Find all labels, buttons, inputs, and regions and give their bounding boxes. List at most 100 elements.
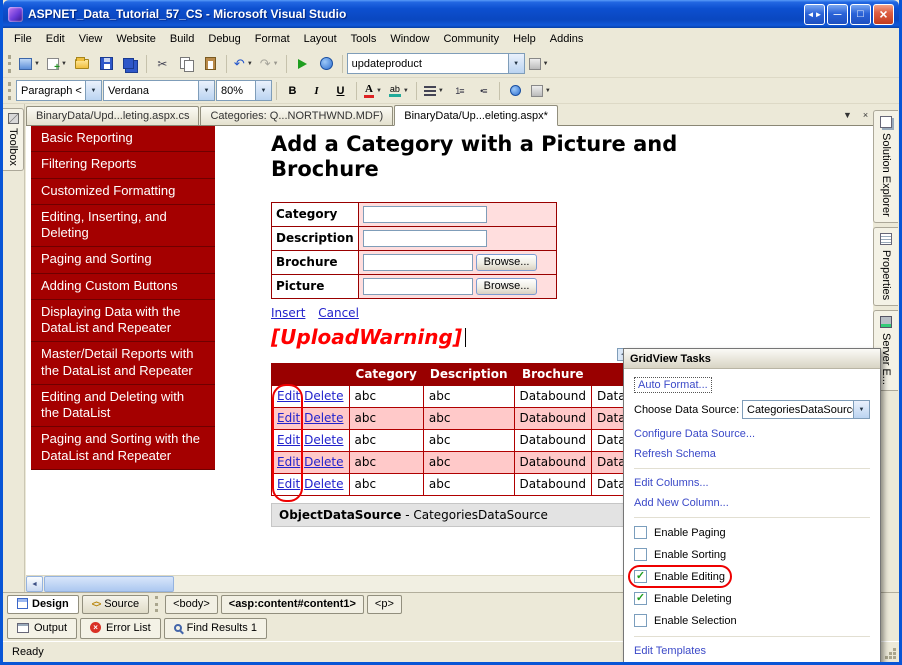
undo-button[interactable]: ↶ ▼ <box>231 53 256 75</box>
menu-community[interactable]: Community <box>436 29 506 49</box>
resize-grip[interactable] <box>893 656 896 659</box>
brochure-input[interactable] <box>362 253 473 271</box>
edit-link[interactable]: Edit <box>277 411 300 425</box>
window-dock-arrows-button[interactable]: ◄► <box>804 3 825 25</box>
cut-button[interactable]: ✂ <box>151 53 174 75</box>
minimize-button[interactable]: — <box>827 3 848 25</box>
delete-link[interactable]: Delete <box>304 433 343 447</box>
enable-sorting-checkbox-row[interactable]: Enable Sorting <box>634 544 870 566</box>
error-list-panel-tab[interactable]: × Error List <box>80 617 161 639</box>
font-size-combo[interactable]: 80% ▼ <box>216 80 272 101</box>
toolbar-grip[interactable] <box>8 54 12 73</box>
edit-link[interactable]: Edit <box>277 455 300 469</box>
font-color-button[interactable]: A ▼ <box>361 80 385 102</box>
edit-columns-link[interactable]: Edit Columns... <box>634 473 870 493</box>
checkbox-icon[interactable] <box>634 614 647 627</box>
delete-link[interactable]: Delete <box>304 455 343 469</box>
tab-binarydata-cs[interactable]: BinaryData/Upd...leting.aspx.cs <box>26 106 200 125</box>
nav-item-editing-inserting-deleting[interactable]: Editing, Inserting, and Deleting <box>31 204 215 248</box>
hyperlink-button[interactable] <box>504 80 527 102</box>
menu-edit[interactable]: Edit <box>39 29 72 49</box>
tag-p[interactable]: <p> <box>366 594 402 614</box>
insert-link[interactable]: Insert <box>271 306 305 320</box>
menu-tools[interactable]: Tools <box>344 29 384 49</box>
nav-item-filtering-reports[interactable]: Filtering Reports <box>31 152 215 179</box>
save-button[interactable] <box>95 53 118 75</box>
nav-item-basic-reporting[interactable]: Basic Reporting <box>31 126 215 153</box>
combo-dropdown-arrow-icon[interactable]: ▼ <box>853 401 869 418</box>
tab-list-dropdown-icon[interactable]: ▼ <box>840 108 855 122</box>
close-document-icon[interactable]: × <box>858 108 873 122</box>
edit-templates-link[interactable]: Edit Templates <box>634 641 870 661</box>
alignment-button[interactable]: ▼ <box>421 80 447 102</box>
bullet-list-button[interactable]: •≡ <box>472 80 495 102</box>
add-new-item-button[interactable]: ▼ <box>44 53 70 75</box>
menu-debug[interactable]: Debug <box>201 29 247 49</box>
underline-button[interactable]: U <box>329 80 352 102</box>
nav-item-adding-custom-buttons[interactable]: Adding Custom Buttons <box>31 273 215 300</box>
menu-help[interactable]: Help <box>506 29 543 49</box>
design-view-button[interactable]: Design <box>7 594 79 614</box>
refresh-schema-link[interactable]: Refresh Schema <box>634 444 870 464</box>
menu-build[interactable]: Build <box>163 29 201 49</box>
description-input[interactable] <box>362 229 487 247</box>
menu-layout[interactable]: Layout <box>297 29 344 49</box>
enable-editing-checkbox-row[interactable]: ✓ Enable Editing <box>628 565 870 588</box>
highlight-color-button[interactable]: ab ▼ <box>386 80 412 102</box>
font-name-combo[interactable]: Verdana ▼ <box>103 80 215 101</box>
paste-button[interactable] <box>199 53 222 75</box>
add-new-column-link[interactable]: Add New Column... <box>634 493 870 513</box>
open-file-button[interactable] <box>71 53 94 75</box>
menu-window[interactable]: Window <box>383 29 436 49</box>
checkbox-checked-icon[interactable]: ✓ <box>634 570 647 583</box>
edit-link[interactable]: Edit <box>277 477 300 491</box>
combo-dropdown-arrow-icon[interactable]: ▼ <box>198 81 214 100</box>
browse-with-button[interactable] <box>315 53 338 75</box>
save-all-button[interactable] <box>119 53 142 75</box>
toolbar-grip[interactable] <box>8 81 12 100</box>
tab-binarydata-aspx-active[interactable]: BinaryData/Up...eleting.aspx* <box>394 105 558 126</box>
combo-dropdown-arrow-icon[interactable]: ▼ <box>85 81 101 100</box>
find-in-files-button[interactable]: ▼ <box>526 53 552 75</box>
nav-item-paging-sorting[interactable]: Paging and Sorting <box>31 247 215 274</box>
style-options-button[interactable]: ▼ <box>528 80 554 102</box>
nav-item-paging-sorting-datalist[interactable]: Paging and Sorting with the DataList and… <box>31 427 215 470</box>
new-project-button[interactable]: ▼ <box>16 53 43 75</box>
auto-format-link[interactable]: Auto Format... <box>634 377 712 393</box>
nav-item-displaying-datalist[interactable]: Displaying Data with the DataList and Re… <box>31 299 215 343</box>
nav-item-customized-formatting[interactable]: Customized Formatting <box>31 178 215 205</box>
tag-asp-content[interactable]: <asp:content#content1> <box>220 594 364 614</box>
menu-website[interactable]: Website <box>109 29 163 49</box>
combo-dropdown-arrow-icon[interactable]: ▼ <box>507 54 524 73</box>
copy-button[interactable] <box>175 53 198 75</box>
solution-explorer-tab[interactable]: Solution Explorer <box>873 110 898 223</box>
close-button[interactable]: × <box>873 3 894 25</box>
picture-browse-button[interactable]: Browse... <box>475 277 538 295</box>
maximize-button[interactable]: □ <box>850 3 871 25</box>
menu-format[interactable]: Format <box>248 29 297 49</box>
toolbox-tab[interactable]: Toolbox <box>3 108 24 171</box>
find-combo[interactable]: updateproduct ▼ <box>346 53 525 74</box>
redo-button[interactable]: ↷ ▼ <box>257 53 282 75</box>
delete-link[interactable]: Delete <box>304 389 343 403</box>
checkbox-icon[interactable] <box>634 526 647 539</box>
enable-deleting-checkbox-row[interactable]: ✓ Enable Deleting <box>634 588 870 610</box>
menu-view[interactable]: View <box>72 29 110 49</box>
enable-selection-checkbox-row[interactable]: Enable Selection <box>634 610 870 632</box>
bold-button[interactable]: B <box>281 80 304 102</box>
italic-button[interactable]: I <box>305 80 328 102</box>
picture-input[interactable] <box>362 277 473 295</box>
block-format-combo[interactable]: Paragraph < ▼ <box>16 80 102 101</box>
source-view-button[interactable]: <> Source <box>81 594 150 614</box>
edit-link[interactable]: Edit <box>277 389 300 403</box>
data-source-combo[interactable]: CategoriesDataSource ▼ <box>742 400 870 419</box>
configure-data-source-link[interactable]: Configure Data Source... <box>634 424 870 444</box>
start-debugging-button[interactable] <box>291 53 314 75</box>
enable-paging-checkbox-row[interactable]: Enable Paging <box>634 522 870 544</box>
output-panel-tab[interactable]: Output <box>7 617 78 639</box>
cancel-link[interactable]: Cancel <box>318 306 359 320</box>
nav-item-master-detail-datalist[interactable]: Master/Detail Reports with the DataList … <box>31 342 215 385</box>
properties-tab[interactable]: Properties <box>873 226 898 306</box>
delete-link[interactable]: Delete <box>304 477 343 491</box>
checkbox-checked-icon[interactable]: ✓ <box>634 592 647 605</box>
